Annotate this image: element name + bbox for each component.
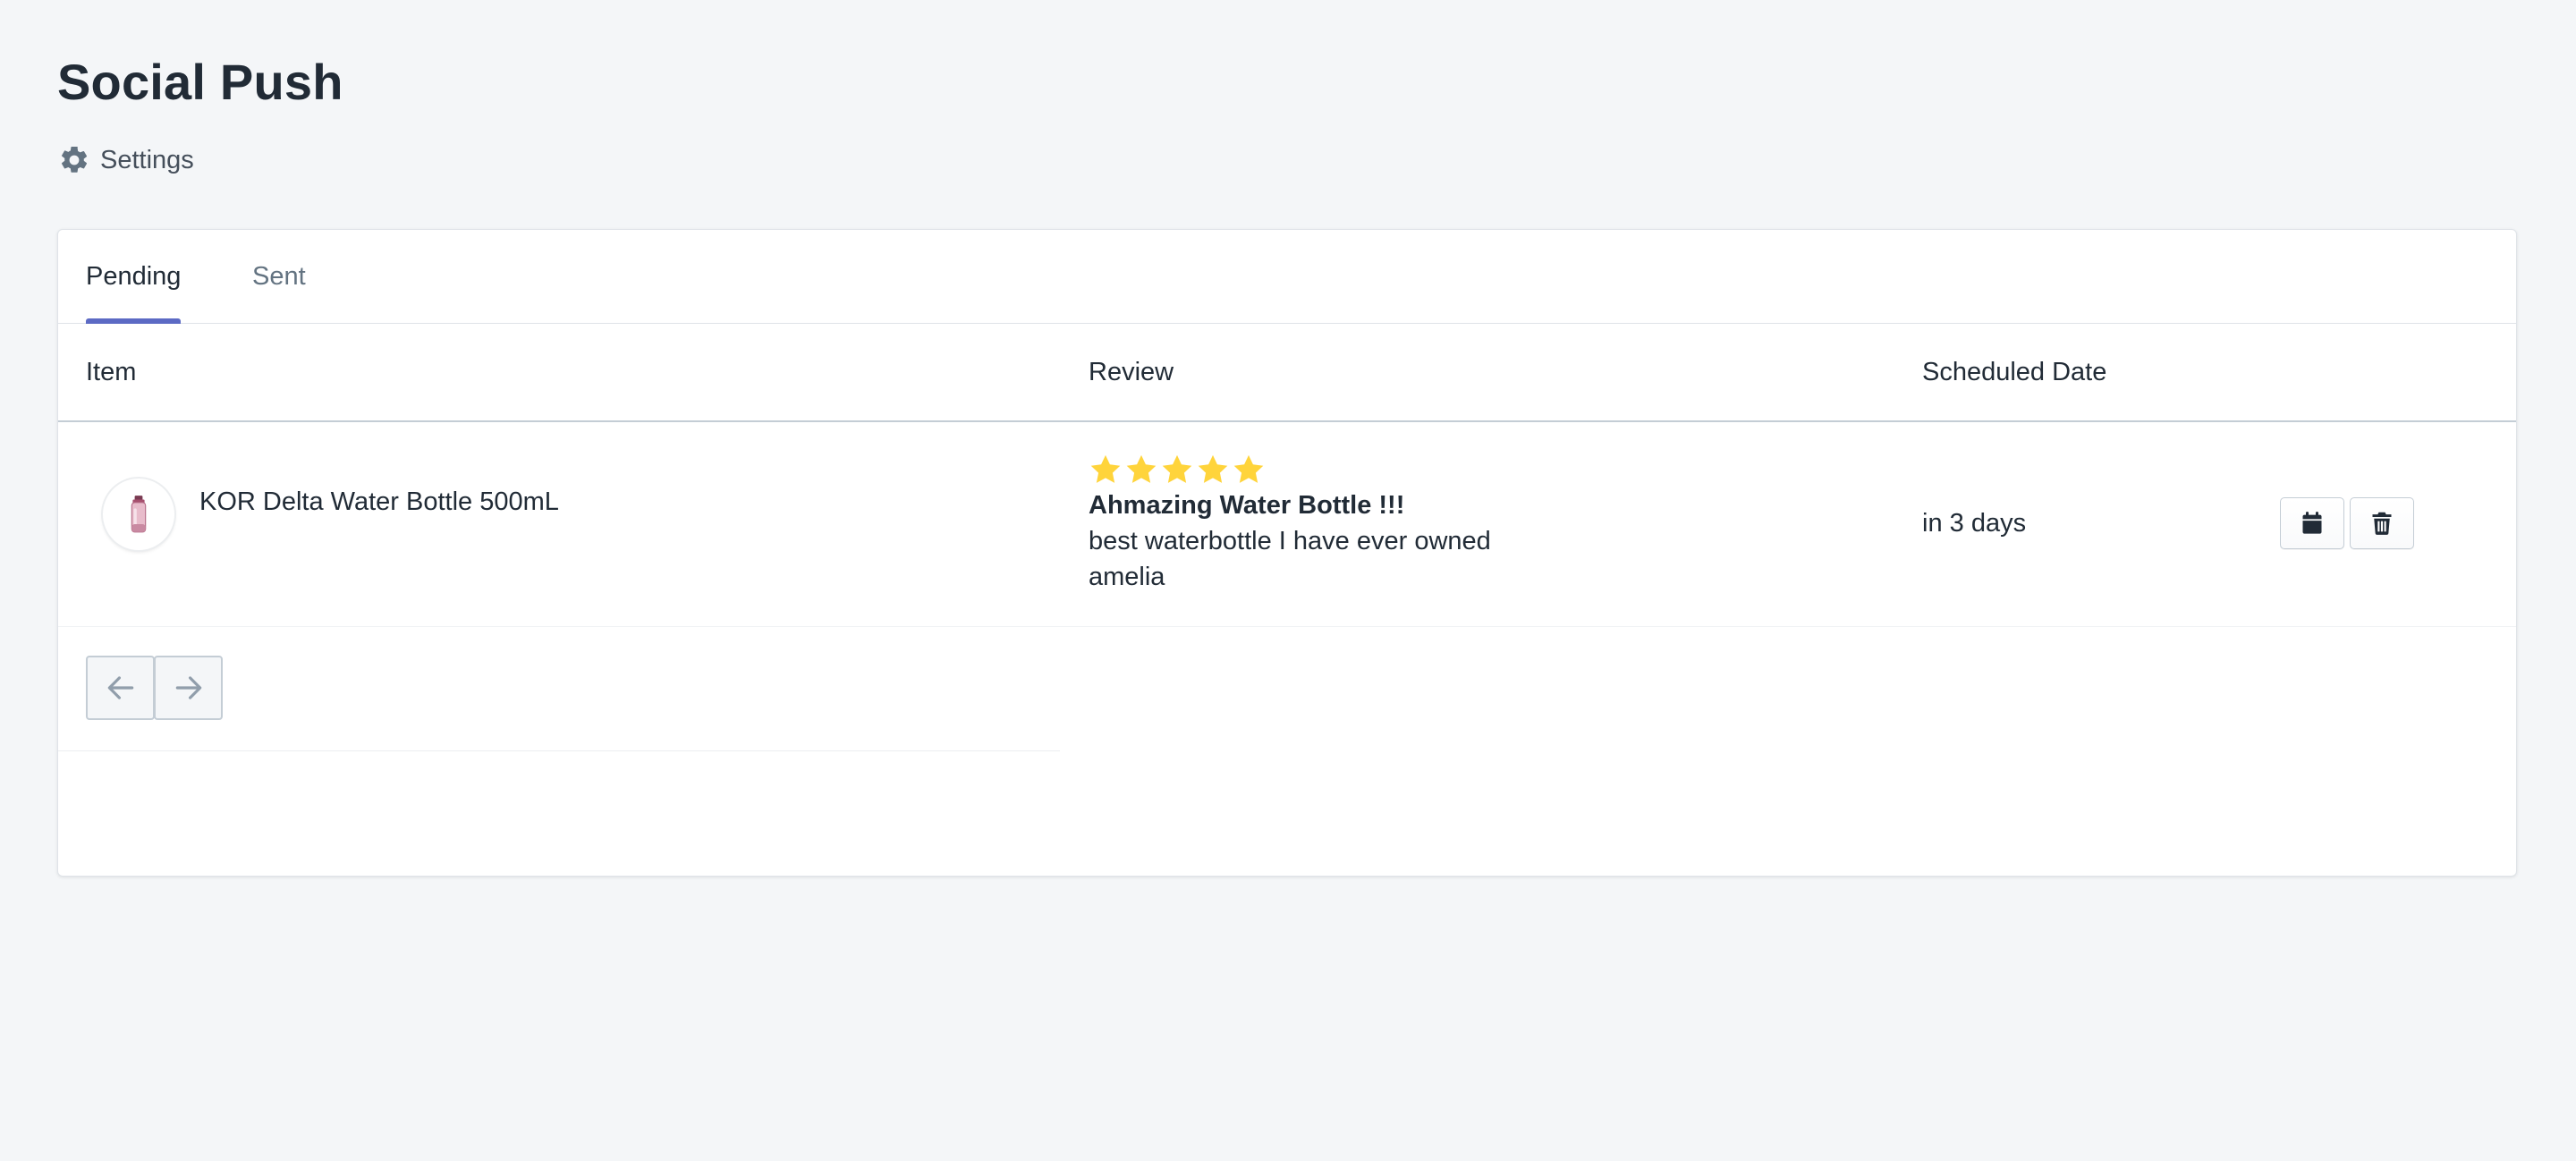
scheduled-date: in 3 days: [1922, 509, 2027, 538]
gear-icon: [57, 143, 91, 177]
tab-bar: Pending Sent: [58, 230, 2516, 324]
star-icon: [1090, 454, 1121, 483]
product-thumbnail: [103, 479, 174, 550]
settings-link[interactable]: Settings: [57, 143, 194, 177]
review-body: best waterbottle I have ever owned: [1089, 527, 1491, 555]
trash-icon: [2372, 512, 2392, 535]
reviews-card: Pending Sent Item Review Scheduled Date …: [57, 229, 2517, 877]
divider: [58, 750, 1060, 751]
review-author: amelia: [1089, 563, 1165, 591]
arrow-left-icon: [107, 676, 133, 699]
column-header-review: Review: [1089, 357, 1174, 386]
water-bottle-icon: [131, 496, 147, 533]
table-header: Item Review Scheduled Date: [58, 324, 2516, 422]
review-title: Ahmazing Water Bottle !!!: [1089, 491, 1405, 520]
settings-label: Settings: [100, 145, 194, 174]
previous-page-button[interactable]: [86, 656, 155, 720]
table-row: KOR Delta Water Bottle 500mL Ahmazing Wa…: [58, 422, 2516, 627]
tab-sent[interactable]: Sent: [252, 230, 306, 323]
page-title: Social Push: [57, 54, 343, 110]
delete-button[interactable]: [2350, 497, 2414, 549]
calendar-icon: [2302, 512, 2322, 534]
arrow-right-icon: [175, 676, 201, 699]
star-icon: [1198, 454, 1228, 483]
column-header-scheduled-date: Scheduled Date: [1922, 357, 2107, 386]
next-page-button[interactable]: [154, 656, 223, 720]
star-rating: [1089, 453, 1266, 487]
pagination: [86, 656, 223, 720]
column-header-item: Item: [86, 357, 137, 386]
schedule-button[interactable]: [2280, 497, 2344, 549]
item-title: KOR Delta Water Bottle 500mL: [199, 487, 559, 516]
tab-pending[interactable]: Pending: [86, 230, 182, 324]
star-icon: [1233, 454, 1264, 483]
star-icon: [1126, 454, 1157, 483]
star-icon: [1162, 454, 1192, 483]
